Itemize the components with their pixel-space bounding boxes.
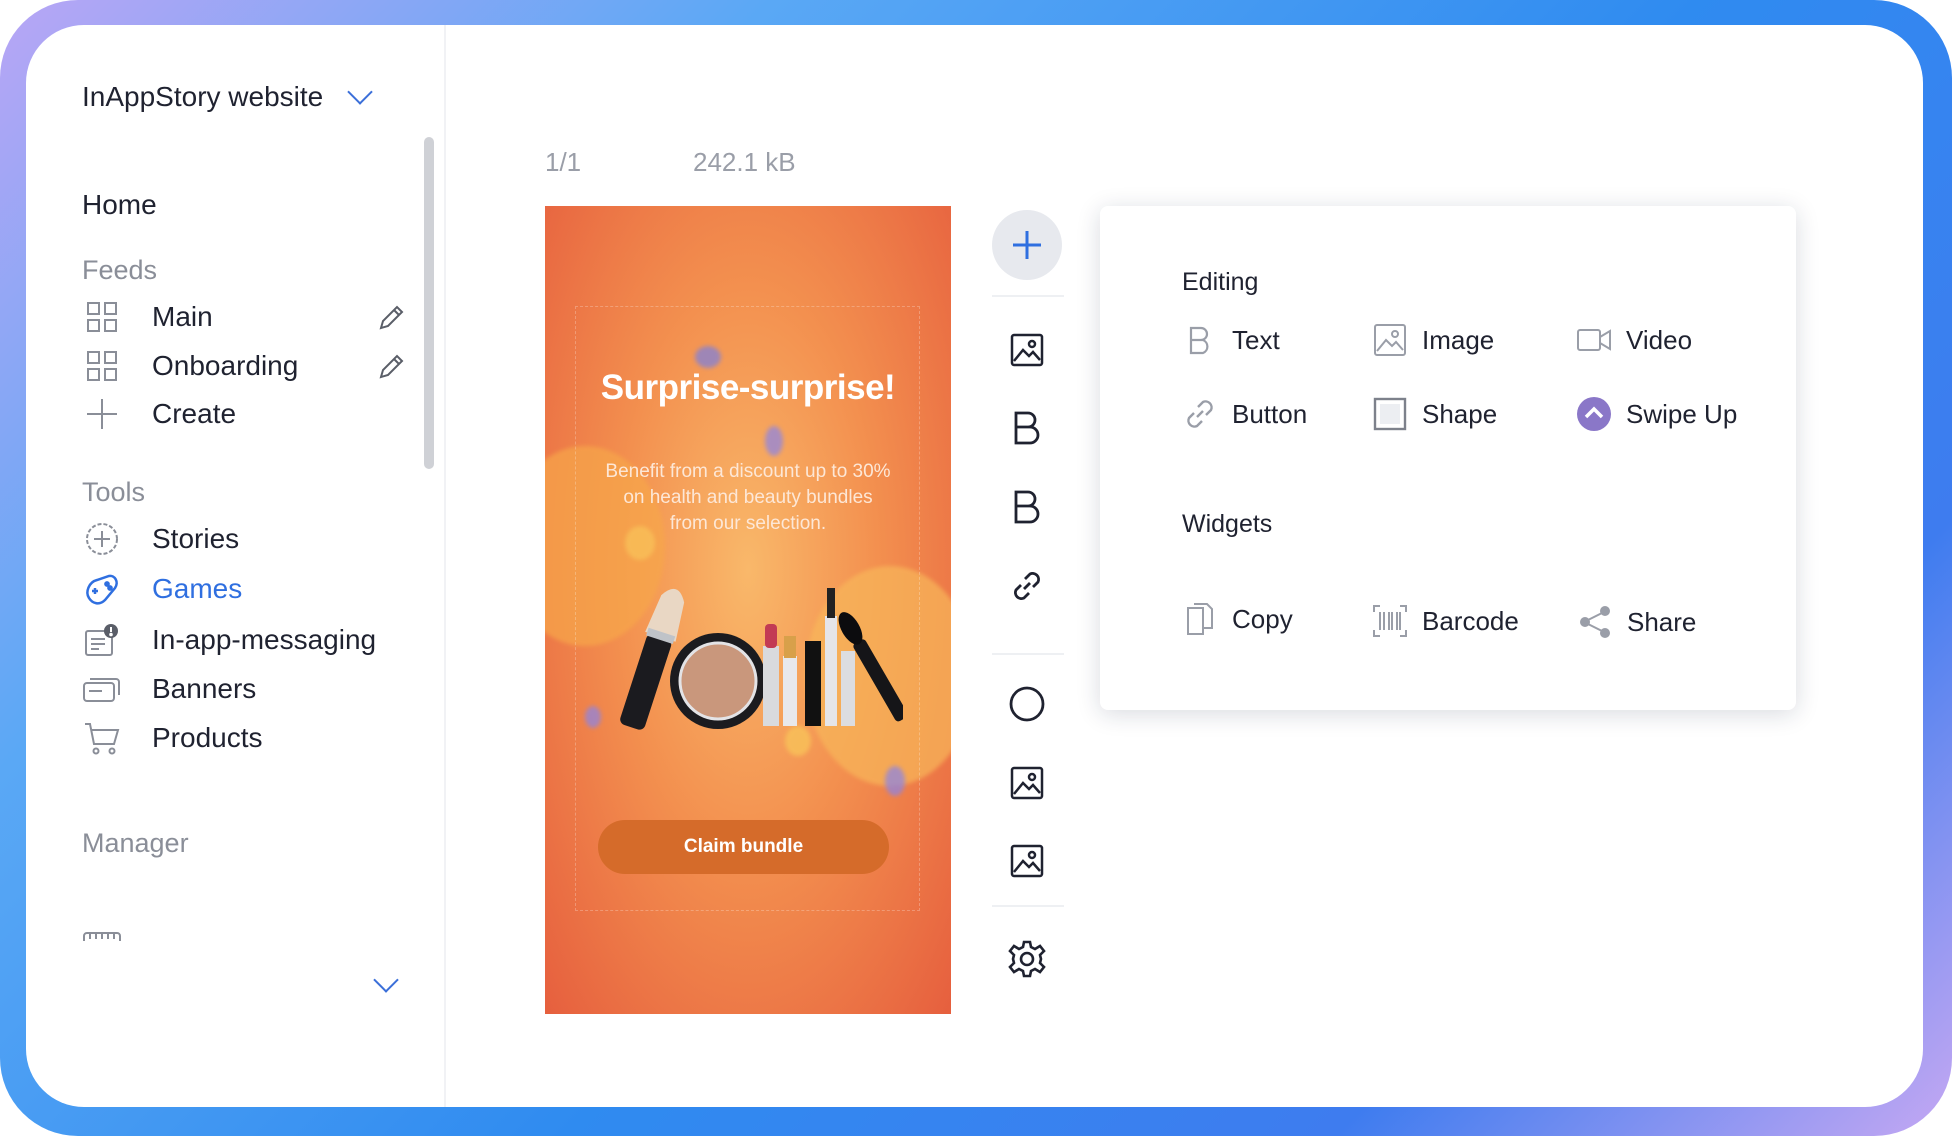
copy-widget[interactable]: Copy (1182, 599, 1293, 639)
sidebar-item-games[interactable]: Games (82, 569, 242, 609)
toolbar-divider (992, 653, 1064, 655)
sidebar-item-stories[interactable]: Stories (82, 519, 239, 559)
sidebar-item-label: In-app-messaging (152, 624, 377, 655)
option-label: Share (1627, 606, 1697, 637)
message-alert-icon (82, 620, 122, 660)
page-counter: 1/1 (545, 147, 582, 177)
square-icon (1372, 396, 1408, 432)
editing-title: Editing (1182, 268, 1259, 296)
sidebar-item-label: Stories (152, 523, 240, 554)
option-label: Button (1232, 398, 1308, 429)
banner-icon (82, 669, 122, 709)
sidebar-item-create[interactable]: Create (82, 394, 236, 434)
add-swipe-up-option[interactable]: Swipe Up (1576, 394, 1737, 434)
story-title[interactable]: Surprise-surprise! (545, 368, 951, 408)
option-label: Video (1626, 324, 1693, 355)
image-icon (1372, 322, 1408, 358)
grid-icon (82, 346, 122, 386)
add-video-option[interactable]: Video (1576, 320, 1692, 360)
workspace-selector[interactable]: InAppStory website (82, 79, 373, 113)
sidebar: InAppStory website Home Feeds Main Onboa… (26, 25, 446, 1107)
sidebar-item-main[interactable]: Main (82, 297, 213, 337)
video-icon (1576, 322, 1612, 358)
share-widget[interactable]: Share (1577, 602, 1696, 642)
grid-icon (82, 297, 122, 337)
workspace-name: InAppStory website (82, 81, 324, 112)
story-body[interactable]: Benefit from a discount up to 30% on hea… (605, 459, 891, 537)
sidebar-item-label: Create (152, 398, 237, 429)
bold-icon[interactable] (1002, 403, 1052, 453)
text-icon (1182, 322, 1218, 358)
pencil-icon[interactable] (376, 352, 406, 382)
option-label: Barcode (1422, 605, 1519, 636)
file-size: 242.1 kB (693, 147, 796, 177)
sidebar-item-in-app-messaging[interactable]: In-app-messaging (82, 620, 376, 660)
link-icon (1182, 396, 1218, 432)
cart-icon (82, 718, 122, 758)
option-label: Copy (1232, 603, 1293, 634)
toolbar-divider (992, 295, 1064, 297)
gear-icon[interactable] (1002, 934, 1052, 984)
sidebar-item-label: Products (152, 722, 263, 753)
add-shape-option[interactable]: Shape (1372, 394, 1497, 434)
widgets-title: Widgets (1182, 510, 1273, 538)
nav-home[interactable]: Home (82, 189, 157, 221)
image-icon[interactable] (1002, 325, 1052, 375)
option-label: Swipe Up (1626, 398, 1738, 429)
chevron-down-icon (347, 79, 373, 105)
sidebar-item-label: Main (152, 301, 213, 332)
chevron-up-icon (1576, 396, 1612, 432)
add-element-button[interactable] (992, 210, 1062, 280)
app-window: InAppStory website Home Feeds Main Onboa… (26, 25, 1923, 1107)
section-manager: Manager (82, 828, 189, 858)
add-circle-icon (82, 519, 122, 559)
partial-list-icon (82, 931, 122, 941)
chevron-down-icon[interactable] (373, 967, 399, 993)
pencil-icon[interactable] (376, 303, 406, 333)
add-image-option[interactable]: Image (1372, 320, 1494, 360)
sidebar-item-label: Banners (152, 673, 257, 704)
circle-icon[interactable] (1002, 679, 1052, 729)
sidebar-scrollbar[interactable] (424, 137, 434, 469)
sidebar-item-onboarding[interactable]: Onboarding (82, 346, 298, 386)
gamepad-icon (82, 569, 122, 609)
section-feeds: Feeds (82, 255, 158, 285)
add-text-option[interactable]: Text (1182, 320, 1280, 360)
product-image[interactable] (593, 576, 908, 736)
link-icon[interactable] (1002, 561, 1052, 611)
barcode-icon (1372, 603, 1408, 639)
option-label: Text (1232, 324, 1280, 355)
section-tools: Tools (82, 477, 146, 507)
bold-icon[interactable] (1002, 482, 1052, 532)
option-label: Shape (1422, 398, 1498, 429)
option-label: Image (1422, 324, 1495, 355)
image-icon[interactable] (1002, 758, 1052, 808)
sidebar-item-products[interactable]: Products (82, 718, 263, 758)
claim-bundle-button[interactable]: Claim bundle (598, 820, 889, 874)
toolbar-divider (992, 905, 1064, 907)
share-icon (1577, 604, 1613, 640)
barcode-widget[interactable]: Barcode (1372, 601, 1519, 641)
sidebar-item-label: Games (152, 573, 243, 604)
sidebar-item-banners[interactable]: Banners (82, 669, 256, 709)
sidebar-item-label: Onboarding (152, 350, 299, 381)
image-icon[interactable] (1002, 836, 1052, 886)
story-canvas[interactable]: Surprise-surprise! Benefit from a discou… (545, 206, 951, 1014)
add-button-option[interactable]: Button (1182, 394, 1307, 434)
plus-icon (82, 394, 122, 434)
copy-icon (1182, 601, 1218, 637)
